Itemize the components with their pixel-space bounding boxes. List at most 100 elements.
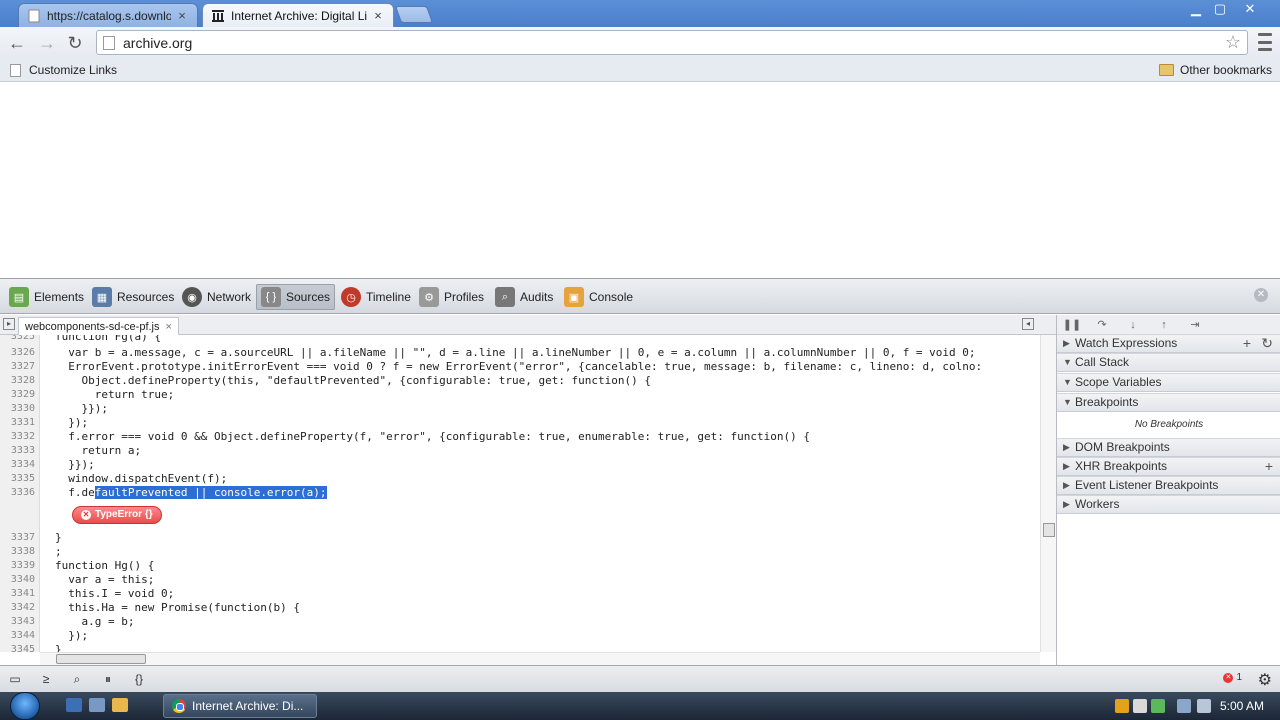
line-number[interactable]: 3325 [0, 335, 35, 344]
tab-console[interactable]: ▣ Console [560, 284, 637, 310]
line-number[interactable]: 3329 [0, 388, 35, 402]
pause-icon[interactable]: ❚❚ [1061, 317, 1083, 333]
line-number[interactable]: 3341 [0, 587, 35, 601]
bookmark-customize-links[interactable]: Customize Links [10, 63, 117, 77]
volume-icon[interactable] [1197, 699, 1211, 713]
line-number[interactable]: 3342 [0, 601, 35, 615]
add-icon[interactable]: + [1243, 335, 1251, 352]
sidebar-section-dom-breakpoints[interactable]: ▶ DOM Breakpoints [1057, 438, 1280, 457]
explorer-icon[interactable] [112, 698, 128, 712]
line-number[interactable]: 3332 [0, 430, 35, 444]
address-bar[interactable]: archive.org ☆ [96, 30, 1248, 55]
close-devtools-icon[interactable]: ✕ [1254, 288, 1268, 302]
section-label: DOM Breakpoints [1075, 440, 1170, 454]
tray-app-icon[interactable] [1151, 699, 1165, 713]
tab-audits[interactable]: ⌕ Audits [491, 284, 557, 310]
menu-icon[interactable] [1258, 33, 1272, 51]
close-tab-icon[interactable]: × [175, 8, 189, 23]
code-text: } [55, 531, 62, 544]
page-icon [27, 9, 41, 23]
network-icon[interactable] [1177, 699, 1191, 713]
line-number[interactable]: 3326 [0, 346, 35, 360]
line-number[interactable]: 3337 [0, 531, 35, 545]
minimize-button[interactable]: ▁ [1184, 0, 1208, 20]
line-number[interactable]: 3334 [0, 458, 35, 472]
line-number[interactable]: 3328 [0, 374, 35, 388]
sidebar-section-call-stack[interactable]: ▼ Call Stack [1057, 353, 1280, 372]
tab-catalog[interactable]: https://catalog.s.downloa × [18, 3, 198, 27]
step-into-icon[interactable]: ↓ [1122, 317, 1144, 333]
close-tab-icon[interactable]: × [371, 8, 385, 23]
vertical-scrollbar[interactable] [1040, 335, 1056, 652]
tab-timeline[interactable]: ◷ Timeline [337, 284, 415, 310]
tab-elements[interactable]: ▤ Elements [5, 284, 88, 310]
sidebar-section-breakpoints[interactable]: ▼ Breakpoints [1057, 393, 1280, 412]
step-out-icon[interactable]: ↑ [1153, 317, 1175, 333]
pretty-print-icon[interactable]: {} [131, 672, 147, 686]
line-number[interactable]: 3338 [0, 545, 35, 559]
tab-resources[interactable]: ▦ Resources [88, 284, 178, 310]
line-number[interactable]: 3335 [0, 472, 35, 486]
show-console-icon[interactable]: ≥ [38, 672, 54, 686]
line-number[interactable]: 3344 [0, 629, 35, 643]
toggle-debugger-icon[interactable]: ◂ [1022, 318, 1034, 330]
line-number[interactable]: 3345 [0, 643, 35, 652]
switch-windows-icon[interactable] [89, 698, 105, 712]
line-number[interactable]: 3330 [0, 402, 35, 416]
line-number[interactable]: 3339 [0, 559, 35, 573]
maximize-button[interactable]: ▢ [1208, 0, 1232, 20]
close-window-button[interactable]: ✕ [1238, 0, 1262, 20]
show-desktop-icon[interactable] [66, 698, 82, 712]
line-number[interactable]: 3336 [0, 486, 35, 500]
start-button[interactable] [10, 692, 40, 720]
pause-on-exceptions-icon[interactable]: ⏸ [100, 672, 116, 686]
deactivate-breakpoints-icon[interactable]: ⇥ [1184, 317, 1206, 333]
tab-profiles[interactable]: ⚙ Profiles [415, 284, 488, 310]
section-label: XHR Breakpoints [1075, 459, 1168, 473]
settings-gear-icon[interactable]: ⚙ [1258, 670, 1272, 690]
back-arrow-icon[interactable]: ← [6, 32, 28, 54]
dock-icon[interactable]: ▭ [7, 672, 23, 686]
flag-icon[interactable] [1133, 699, 1147, 713]
code-text: f.defaultPrevented || console.error(a); [55, 486, 327, 500]
scroll-thumb[interactable] [56, 654, 146, 664]
close-file-icon[interactable]: × [166, 321, 172, 333]
line-number[interactable]: 3331 [0, 416, 35, 430]
sidebar-section-event-listener-breakpoints[interactable]: ▶ Event Listener Breakpoints [1057, 476, 1280, 495]
bookmark-star-icon[interactable]: ☆ [1225, 32, 1241, 53]
new-tab-button[interactable] [394, 6, 434, 23]
tab-sources[interactable]: { } Sources [256, 284, 336, 310]
tab-internet-archive[interactable]: Internet Archive: Digital Li × [202, 3, 394, 27]
code-editor[interactable]: 3325 function Fg(a) {3326 var b = a.messa… [0, 335, 1056, 652]
taskbar-chrome-window[interactable]: Internet Archive: Di... [163, 694, 317, 718]
search-icon[interactable]: ⌕ [69, 672, 85, 686]
line-number[interactable]: 3343 [0, 615, 35, 629]
step-over-icon[interactable]: ↷ [1091, 317, 1113, 333]
horizontal-scrollbar[interactable] [40, 652, 1040, 665]
forward-arrow-icon[interactable]: → [36, 32, 58, 54]
triangle-right-icon: ▶ [1063, 480, 1070, 490]
archive-icon [211, 9, 225, 23]
tab-network[interactable]: ◉ Network [178, 284, 255, 310]
line-number[interactable]: 3327 [0, 360, 35, 374]
scroll-thumb[interactable] [1043, 523, 1055, 537]
error-count[interactable]: ✕ 1 [1223, 672, 1242, 683]
source-file-tab[interactable]: webcomponents-sd-ce-pf.js × [18, 317, 179, 335]
clock[interactable]: 5:00 AM [1220, 699, 1264, 713]
line-number[interactable]: 3340 [0, 573, 35, 587]
shield-icon[interactable] [1115, 699, 1129, 713]
line-number[interactable]: 3333 [0, 444, 35, 458]
sidebar-section-watch-expressions[interactable]: ▶ Watch Expressions + ↻ [1057, 334, 1280, 353]
sidebar-section-scope-variables[interactable]: ▼ Scope Variables [1057, 373, 1280, 392]
error-icon: ✕ [81, 510, 91, 520]
toggle-navigator-icon[interactable]: ▸ [3, 318, 15, 330]
refresh-icon[interactable]: ↻ [1261, 335, 1273, 352]
console-icon: ▣ [564, 287, 584, 307]
reload-icon[interactable]: ↻ [64, 32, 86, 54]
add-icon[interactable]: + [1265, 458, 1273, 475]
code-text: f.error === void 0 && Object.definePrope… [55, 430, 810, 443]
devtools-toolbar: ▤ Elements ▦ Resources ◉ Network { } Sou… [0, 278, 1280, 314]
sidebar-section-workers[interactable]: ▶ Workers [1057, 495, 1280, 514]
other-bookmarks[interactable]: Other bookmarks [1159, 63, 1272, 77]
sidebar-section-xhr-breakpoints[interactable]: ▶ XHR Breakpoints + [1057, 457, 1280, 476]
